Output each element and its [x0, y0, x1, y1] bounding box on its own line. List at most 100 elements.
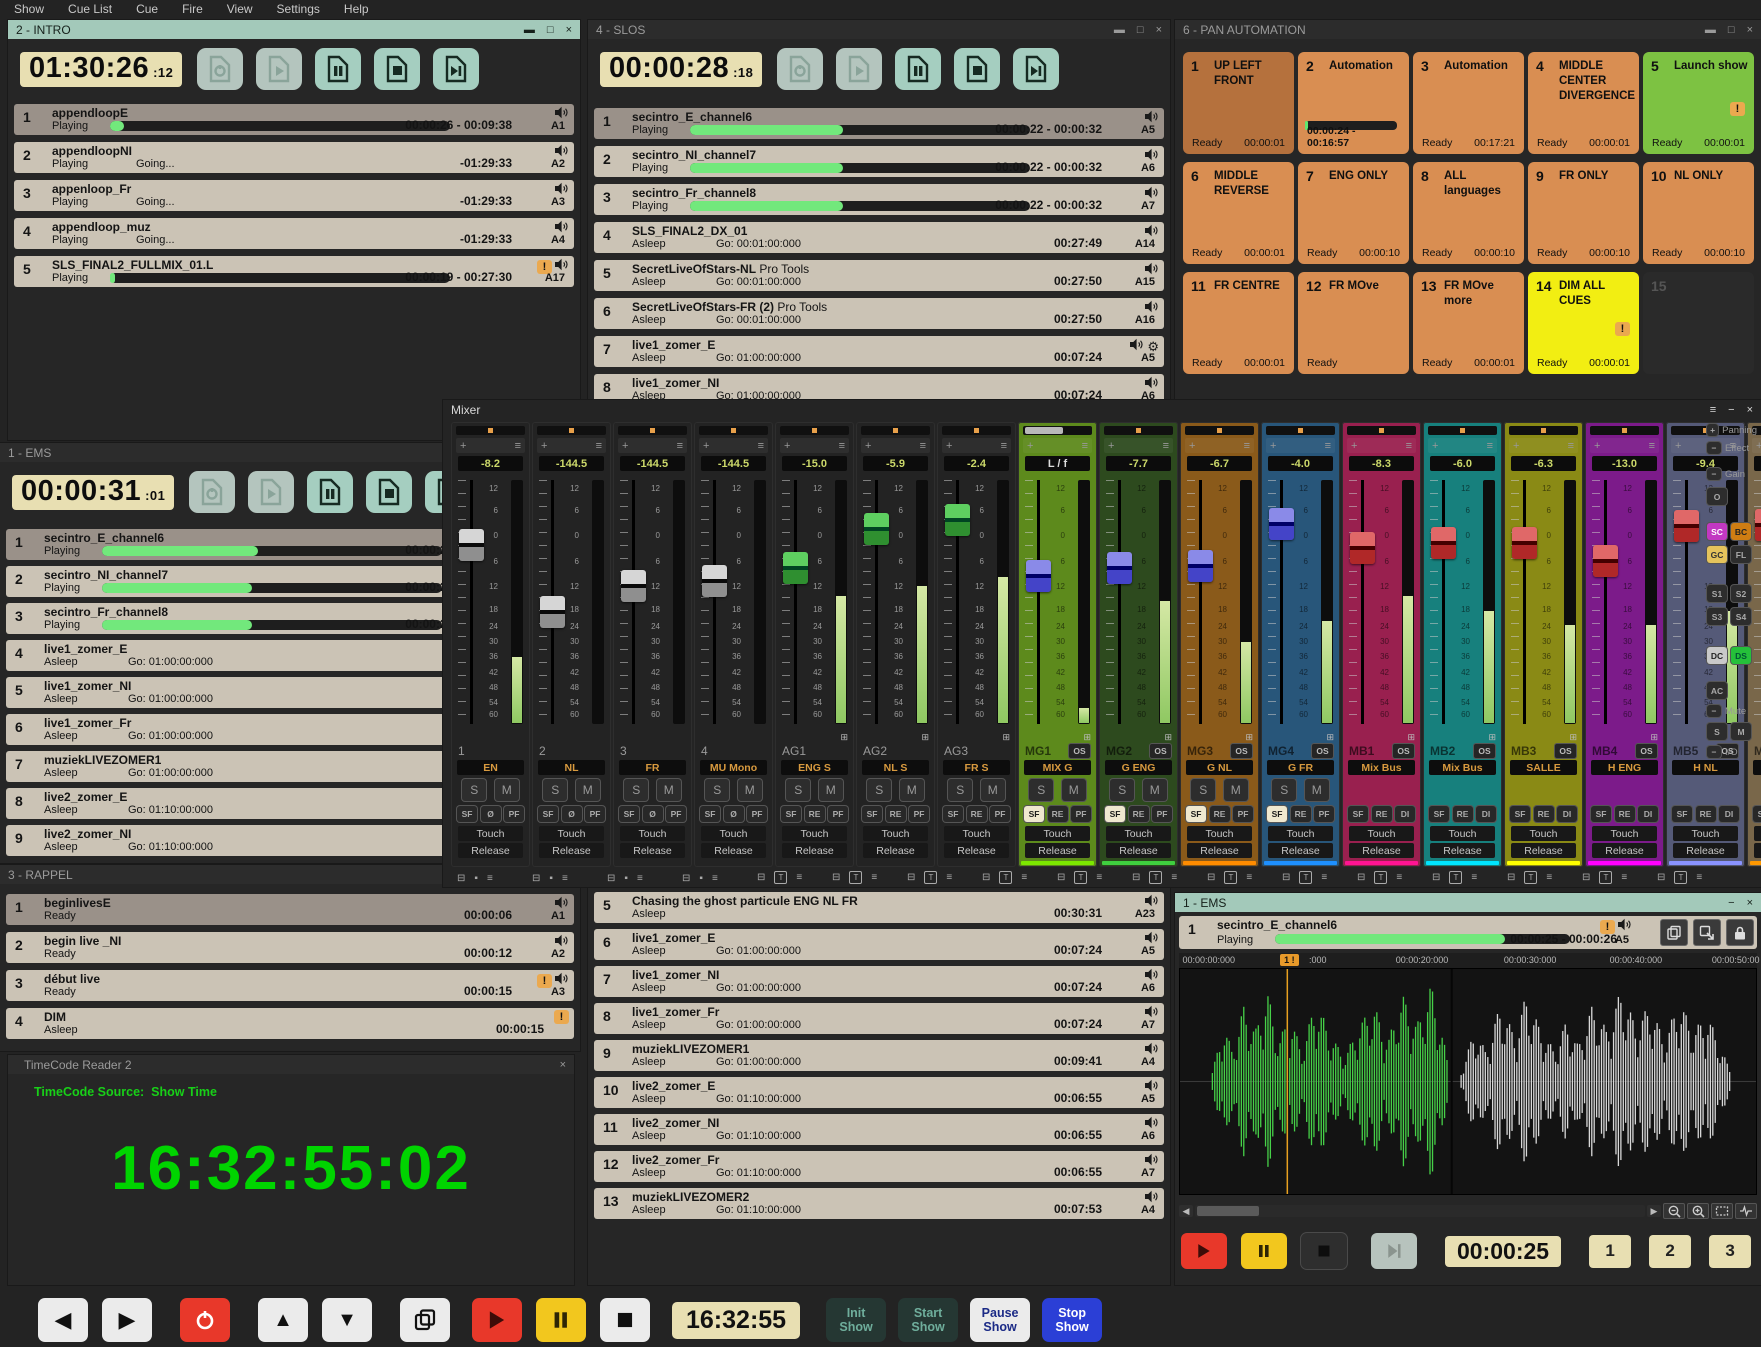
strip-footer-icons[interactable]: ⊟T≡: [1057, 871, 1102, 884]
close-icon[interactable]: ×: [566, 24, 572, 36]
pan-cue-1[interactable]: 1UP LEFT FRONTReady00:00:01: [1183, 52, 1294, 154]
add-icon[interactable]: +: [1513, 440, 1519, 452]
skip-cue-button[interactable]: [1013, 48, 1059, 90]
pause-button[interactable]: [536, 1298, 586, 1342]
release-button[interactable]: Release: [1430, 843, 1495, 858]
track-icon[interactable]: T: [774, 871, 787, 884]
pan-cue-8[interactable]: 8ALL languagesReady00:00:10: [1413, 162, 1524, 264]
solo-button[interactable]: S: [948, 779, 972, 801]
strip-select-bar[interactable]: [861, 426, 930, 435]
strip-select-bar[interactable]: [1509, 426, 1578, 435]
close-icon[interactable]: ×: [560, 1059, 566, 1071]
collapse-icon[interactable]: ⊟: [1432, 872, 1440, 883]
assign-re-button[interactable]: RE: [805, 806, 825, 822]
pan-cue-13[interactable]: 13FR MOve moreReady00:00:01: [1413, 272, 1524, 374]
dock-icon[interactable]: ▪: [549, 873, 553, 884]
page-button-1[interactable]: 1: [1589, 1235, 1631, 1268]
sidebar-s3-button[interactable]: S3: [1707, 608, 1727, 625]
cue-row[interactable]: 5SecretLiveOfStars-NL Pro ToolsAsleepGo:…: [594, 260, 1164, 291]
menu-icon[interactable]: ≡: [1325, 440, 1331, 452]
cue-row[interactable]: 2begin live _NIReady00:00:12A2: [6, 932, 574, 963]
menu-icon[interactable]: ≡: [871, 872, 877, 883]
add-icon[interactable]: +: [784, 440, 790, 452]
assign-re-button[interactable]: RE: [1129, 806, 1149, 822]
menu-icon[interactable]: ≡: [1396, 872, 1402, 883]
assign-pf-button[interactable]: PF: [585, 806, 605, 822]
strip-footer-icons[interactable]: ⊟T≡: [1282, 871, 1327, 884]
wave-titlebar[interactable]: 1 - EMS −×: [1175, 893, 1761, 912]
close-icon[interactable]: ×: [1747, 24, 1753, 36]
collapse-icon[interactable]: ⊟: [1507, 872, 1515, 883]
os-button[interactable]: OS: [1474, 744, 1495, 758]
cue-row[interactable]: 1appendloopEPlaying00:00:26 - 00:09:38A1: [14, 104, 574, 135]
touch-button[interactable]: Touch: [863, 826, 928, 841]
move-down-button[interactable]: ▼: [322, 1298, 372, 1342]
assign-re-button[interactable]: RE: [886, 806, 906, 822]
pause-button[interactable]: [1241, 1233, 1287, 1269]
dock-icon[interactable]: ▪: [474, 873, 478, 884]
assign-sf-button[interactable]: SF: [1348, 806, 1368, 822]
pause-cue-button[interactable]: [895, 48, 941, 90]
menu-icon[interactable]: ≡: [1406, 440, 1412, 452]
pan-cue-6[interactable]: 6MIDDLE REVERSEReady00:00:01: [1183, 162, 1294, 264]
slos-titlebar[interactable]: 4 - SLOS ▬□×: [588, 20, 1170, 39]
pan-cue-12[interactable]: 12FR MOveReady: [1298, 272, 1409, 374]
assign-sf-button[interactable]: SF: [700, 806, 720, 822]
assign-di-button[interactable]: DI: [1476, 806, 1496, 822]
menu-item-settings[interactable]: Settings: [277, 2, 320, 16]
prev-cue-button[interactable]: ◀: [38, 1298, 88, 1342]
assign-re-button[interactable]: RE: [1048, 806, 1068, 822]
assign-re-button[interactable]: RE: [967, 806, 987, 822]
menu-icon[interactable]: ≡: [1471, 872, 1477, 883]
track-icon[interactable]: T: [1149, 871, 1162, 884]
assign-re-button[interactable]: RE: [1615, 806, 1635, 822]
menu-icon[interactable]: ≡: [1649, 440, 1655, 452]
strip-select-bar[interactable]: [618, 426, 687, 435]
play-cue-button[interactable]: [256, 48, 302, 90]
menu-item-cue-list[interactable]: Cue List: [68, 2, 112, 16]
scroll-left-arrow[interactable]: ◀: [1179, 1205, 1193, 1217]
scroll-thumb[interactable]: [1197, 1206, 1259, 1216]
play-to-next-button[interactable]: [1371, 1233, 1417, 1269]
assign-ø-button[interactable]: Ø: [724, 806, 744, 822]
mute-button[interactable]: M: [738, 779, 762, 801]
fader-handle[interactable]: [621, 570, 646, 602]
fader-handle[interactable]: [1512, 527, 1537, 559]
assign-re-button[interactable]: RE: [1210, 806, 1230, 822]
strip-footer-icons[interactable]: ⊟▪≡: [682, 873, 718, 884]
cue-row[interactable]: 6SecretLiveOfStars-FR (2) Pro ToolsAslee…: [594, 298, 1164, 329]
assign-pf-button[interactable]: PF: [1071, 806, 1091, 822]
start-show-button[interactable]: StartShow: [898, 1298, 958, 1342]
strip-footer-icons[interactable]: ⊟▪≡: [607, 873, 643, 884]
pan-cue-9[interactable]: 9FR ONLYReady00:00:10: [1528, 162, 1639, 264]
expand-icon[interactable]: ⊞: [1164, 732, 1172, 743]
play-button[interactable]: [1181, 1233, 1227, 1269]
cue-row[interactable]: 1beginlivesEReady00:00:06A1: [6, 894, 574, 925]
menu-icon[interactable]: ≡: [1696, 872, 1702, 883]
cue-row[interactable]: 7live1_zomer_EAsleepGo: 01:00:00:00000:0…: [594, 336, 1164, 367]
touch-button[interactable]: Touch: [1511, 826, 1576, 841]
sidebar-s-button[interactable]: S: [1707, 723, 1727, 740]
menu-icon[interactable]: ≡: [920, 440, 926, 452]
assign-pf-button[interactable]: PF: [504, 806, 524, 822]
os-button[interactable]: OS: [1312, 744, 1333, 758]
wave-ruler[interactable]: 00:00:00:000:00000:00:20:00000:00:30:000…: [1179, 953, 1757, 968]
cue-row[interactable]: 2appendloopNIPlayingGoing...-01:29:33A2: [14, 142, 574, 173]
mute-button[interactable]: M: [576, 779, 600, 801]
fader-handle[interactable]: [1026, 560, 1051, 592]
maximize-icon[interactable]: □: [1728, 24, 1735, 36]
menu-icon[interactable]: ≡: [796, 872, 802, 883]
strip-footer-icons[interactable]: ⊟T≡: [1432, 871, 1477, 884]
add-icon[interactable]: +: [541, 440, 547, 452]
release-button[interactable]: Release: [863, 843, 928, 858]
cue-row[interactable]: 7live1_zomer_NIAsleepGo: 01:00:00:00000:…: [594, 966, 1164, 997]
mute-button[interactable]: M: [1305, 779, 1329, 801]
dock-icon[interactable]: ▬: [1114, 24, 1125, 36]
fader-handle[interactable]: [783, 552, 808, 584]
fader-handle[interactable]: [945, 504, 970, 536]
assign-sf-button[interactable]: SF: [538, 806, 558, 822]
duplicate-button[interactable]: [400, 1298, 450, 1342]
stop-cue-button[interactable]: [374, 48, 420, 90]
expand-icon[interactable]: ⊞: [1083, 732, 1091, 743]
add-icon[interactable]: +: [622, 440, 628, 452]
